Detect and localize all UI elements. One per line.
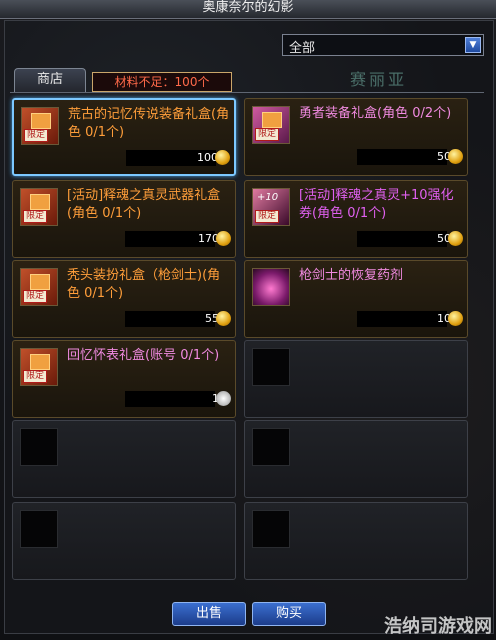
shop-item-slot[interactable]: +10 限定 [活动]释魂之真灵+10强化券(角色 0/1个) 50: [244, 180, 468, 258]
shop-item-slot[interactable]: 限定 秃头装扮礼盒（枪剑士)(角色 0/1个) 55: [12, 260, 236, 338]
site-watermark: 浩纳司游戏网: [384, 616, 492, 637]
shop-item-slot[interactable]: 限定 回忆怀表礼盒(账号 0/1个) 1: [12, 340, 236, 418]
costume-box-icon: 限定: [20, 268, 58, 306]
tab-divider: [10, 92, 484, 93]
price-bar: [357, 149, 447, 165]
tab-shop[interactable]: 商店: [14, 68, 86, 92]
limited-badge: 限定: [23, 210, 48, 223]
limited-badge: 限定: [23, 370, 48, 383]
empty-icon-slot: [252, 510, 290, 548]
item-name: [活动]释魂之真灵+10强化券(角色 0/1个): [299, 188, 454, 221]
coin-icon: [448, 149, 463, 164]
price-bar: [125, 311, 215, 327]
enhance-level-label: +10: [257, 192, 279, 203]
coin-icon: [448, 231, 463, 246]
empty-icon-slot: [20, 428, 58, 466]
item-name: 勇者装备礼盒(角色 0/2个): [299, 106, 452, 121]
limited-badge: 限定: [23, 290, 48, 303]
empty-slot: [244, 420, 468, 498]
price-bar: [125, 391, 215, 407]
empty-icon-slot: [20, 510, 58, 548]
price-bar: [357, 231, 447, 247]
item-name: [活动]释魂之真灵武器礼盒(角色 0/1个): [67, 188, 221, 221]
limited-badge: 限定: [24, 129, 49, 142]
gift-box-icon: 限定: [252, 106, 290, 144]
gift-box-icon: 限定: [21, 107, 59, 145]
category-filter-dropdown[interactable]: 全部 ▼: [282, 34, 484, 56]
item-name: 荒古的记忆传说装备礼盒(角色 0/1个): [68, 107, 230, 140]
empty-icon-slot: [252, 428, 290, 466]
clock-icon: [216, 391, 231, 406]
chevron-down-icon[interactable]: ▼: [465, 37, 481, 53]
empty-slot: [12, 502, 236, 580]
item-name: 枪剑士的恢复药剂: [299, 268, 404, 283]
coin-icon: [216, 311, 231, 326]
empty-slot: [12, 420, 236, 498]
buy-button[interactable]: 购买: [252, 602, 326, 626]
material-shortage-tooltip: 材料不足：100个: [92, 72, 232, 92]
limited-badge: 限定: [255, 128, 280, 141]
weapon-box-icon: 限定: [20, 188, 58, 226]
shop-item-slot[interactable]: 限定 [活动]释魂之真灵武器礼盒(角色 0/1个) 170: [12, 180, 236, 258]
potion-icon: [252, 268, 290, 306]
item-name: 回忆怀表礼盒(账号 0/1个): [67, 348, 220, 363]
enhance-ticket-icon: +10 限定: [252, 188, 290, 226]
empty-slot: [244, 340, 468, 418]
window-title: 奥康奈尔的幻影: [202, 0, 294, 15]
shop-window: 奥康奈尔的幻影 全部 ▼ 赛丽亚 商店 材料不足：100个 限定 荒古的记忆传说…: [0, 0, 496, 640]
sell-button[interactable]: 出售: [172, 602, 246, 626]
background-npc-name: 赛丽亚: [350, 70, 408, 89]
category-filter-value: 全部: [289, 41, 316, 56]
title-bar[interactable]: 奥康奈尔的幻影: [0, 0, 496, 19]
coin-icon: [215, 150, 230, 165]
shop-item-slot[interactable]: 限定 荒古的记忆传说装备礼盒(角色 0/1个) 100: [12, 98, 236, 176]
coin-icon: [216, 231, 231, 246]
limited-badge: 限定: [255, 210, 280, 223]
empty-slot: [244, 502, 468, 580]
price-bar: [357, 311, 447, 327]
shop-item-slot[interactable]: 枪剑士的恢复药剂 10: [244, 260, 468, 338]
item-name: 秃头装扮礼盒（枪剑士)(角色 0/1个): [67, 268, 221, 301]
coin-icon: [448, 311, 463, 326]
shop-item-slot[interactable]: 限定 勇者装备礼盒(角色 0/2个) 50: [244, 98, 468, 176]
empty-icon-slot: [252, 348, 290, 386]
pocket-watch-box-icon: 限定: [20, 348, 58, 386]
